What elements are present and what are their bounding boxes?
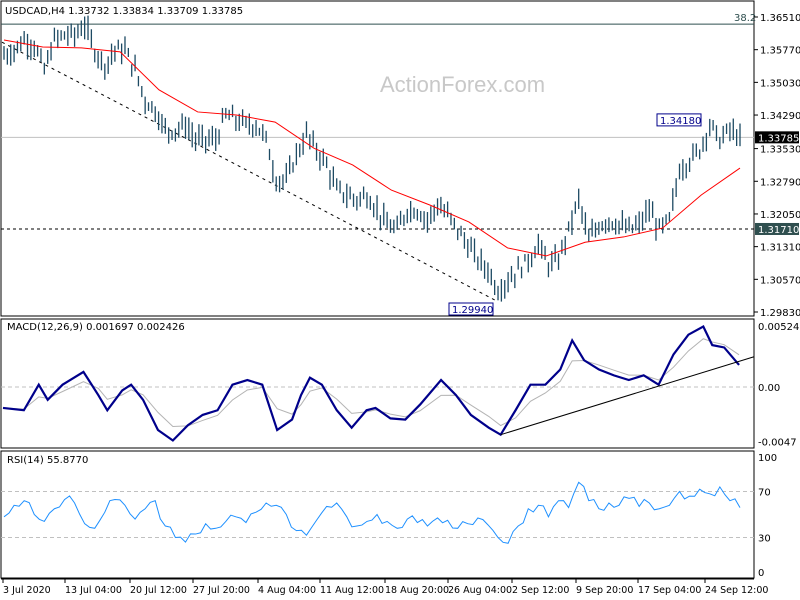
chart-canvas: ActionForex.com 38.2 1.34180 1.29940 1.365… (0, 0, 800, 596)
macd-axis-label: -0.0047 (758, 438, 797, 449)
price-tick-label: 1.32050 (760, 210, 800, 221)
time-label: 24 Sep 12:00 (705, 585, 768, 596)
fib-label: 38.2 (734, 13, 756, 24)
macd-axis-label: 0.00 (758, 383, 780, 394)
macd-trendline (500, 356, 755, 436)
price-tick-label: 1.33530 (760, 145, 800, 156)
time-label: 27 Jul 20:00 (193, 585, 250, 596)
macd-signal-line (2, 338, 740, 427)
time-label: 4 Aug 04:00 (258, 585, 316, 596)
price-tick-label: 1.32790 (760, 177, 800, 188)
macd-title: MACD(12,26,9) 0.001697 0.002426 (7, 322, 185, 333)
high-annotation-label: 1.34180 (660, 116, 701, 127)
chart-window: ActionForex.com 38.2 1.34180 1.29940 1.365… (0, 0, 800, 600)
time-label: 3 Jul 2020 (3, 585, 51, 596)
price-tick-label: 1.35030 (760, 78, 800, 89)
time-label: 26 Aug 04:00 (448, 585, 512, 596)
time-label: 20 Jul 12:00 (130, 585, 187, 596)
rsi-axis-label: 70 (758, 488, 771, 499)
time-label: 18 Aug 20:00 (385, 585, 449, 596)
macd-line (2, 325, 740, 442)
price-tick-label: 1.29830 (760, 308, 800, 319)
rsi-axis-label: 0 (758, 568, 764, 579)
rsi-axis-label: 30 (758, 534, 771, 545)
time-label: 2 Sep 12:00 (512, 585, 569, 596)
time-label: 9 Sep 20:00 (576, 585, 633, 596)
current-price-label: 1.33785 (758, 133, 799, 144)
symbol-header: USDCAD,H4 1.33732 1.33834 1.33709 1.3378… (5, 6, 243, 17)
price-tick-label: 1.30570 (760, 275, 800, 286)
price-tick-label: 1.36510 (760, 13, 800, 24)
rsi-axis-label: 100 (758, 453, 777, 464)
low-annotation-label: 1.29940 (452, 305, 493, 316)
price-tick-label: 1.35770 (760, 46, 800, 57)
macd-pane (0, 318, 755, 449)
macd-axis-label: 0.005245 (758, 322, 800, 333)
price-tick-label: 1.31310 (760, 243, 800, 254)
time-label: 13 Jul 04:00 (65, 585, 122, 596)
watermark: ActionForex.com (380, 72, 545, 97)
time-label: 17 Sep 04:00 (638, 585, 701, 596)
time-label: 11 Aug 12:00 (320, 585, 384, 596)
price-tick-label: 1.34290 (760, 111, 800, 122)
price-pane (0, 0, 755, 317)
rsi-title: RSI(14) 55.8770 (7, 455, 88, 466)
level-label: 1.31710 (758, 225, 799, 236)
